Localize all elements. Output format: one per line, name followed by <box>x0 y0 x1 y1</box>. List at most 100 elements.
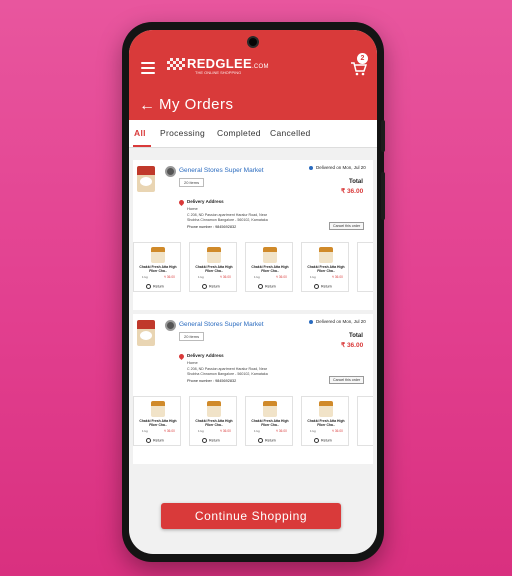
tab-processing[interactable]: Processing <box>160 128 205 138</box>
delivery-status: Delivered on Mon, Jul 20 <box>309 165 366 170</box>
product-quantity: 1 kg <box>254 275 260 279</box>
product-image <box>151 247 165 263</box>
product-image <box>263 401 277 417</box>
brand-tagline: THE ONLINE SHOPPING <box>195 70 242 75</box>
product-name: Chakki Fresh Atta High Fiber Cha.. <box>195 265 233 273</box>
location-pin-icon <box>177 198 186 207</box>
store-name-link[interactable]: General Stores Super Market <box>179 321 264 328</box>
tab-cancelled[interactable]: Cancelled <box>270 128 311 138</box>
product-price: ₹ 36.00 <box>220 429 231 433</box>
product-quantity: 1 kg <box>254 429 260 433</box>
product-quantity: 1 kg <box>310 429 316 433</box>
product-name: Chakki Fresh Atta High Fiber Cha.. <box>139 419 177 427</box>
return-radio[interactable]: Return <box>202 438 220 443</box>
address-type: Home <box>187 206 198 211</box>
total-label: Total <box>349 333 363 339</box>
product-price: ₹ 36.00 <box>332 429 343 433</box>
tab-completed[interactable]: Completed <box>217 128 261 138</box>
hamburger-menu-icon[interactable] <box>141 62 155 74</box>
return-radio[interactable]: Return <box>258 284 276 289</box>
product-card-partial[interactable] <box>357 242 373 292</box>
tab-all[interactable]: All <box>134 128 146 138</box>
continue-shopping-button[interactable]: Continue Shopping <box>161 503 341 529</box>
front-camera <box>247 36 259 48</box>
product-card[interactable]: Chakki Fresh Atta High Fiber Cha.. 1 kg … <box>301 242 349 292</box>
checkered-flag-icon <box>167 58 185 70</box>
product-card[interactable]: Chakki Fresh Atta High Fiber Cha.. 1 kg … <box>133 396 181 446</box>
product-price: ₹ 36.00 <box>332 275 343 279</box>
return-radio[interactable]: Return <box>202 284 220 289</box>
product-price: ₹ 36.00 <box>276 429 287 433</box>
cancel-order-button[interactable]: Cancel this order <box>329 376 365 384</box>
product-image <box>319 247 333 263</box>
product-quantity: 1 kg <box>198 429 204 433</box>
return-radio[interactable]: Return <box>146 438 164 443</box>
store-name-link[interactable]: General Stores Super Market <box>179 167 264 174</box>
product-image <box>263 247 277 263</box>
product-card[interactable]: Chakki Fresh Atta High Fiber Cha.. 1 kg … <box>301 396 349 446</box>
address-type: Home <box>187 360 198 365</box>
product-list[interactable]: Chakki Fresh Atta High Fiber Cha.. 1 kg … <box>133 242 373 292</box>
return-radio[interactable]: Return <box>314 284 332 289</box>
product-quantity: 1 kg <box>142 275 148 279</box>
product-quantity: 1 kg <box>142 429 148 433</box>
product-card[interactable]: Chakki Fresh Atta High Fiber Cha.. 1 kg … <box>133 242 181 292</box>
brand-name: REDGLEE.COM <box>187 56 269 71</box>
cart-icon[interactable]: 2 <box>351 53 368 76</box>
product-price: ₹ 36.00 <box>164 275 175 279</box>
product-list[interactable]: Chakki Fresh Atta High Fiber Cha.. 1 kg … <box>133 396 373 446</box>
order-card: General Stores Super Market 20 items Del… <box>133 160 373 310</box>
phone-number: Phone number : 9845692832 <box>187 225 237 229</box>
back-arrow-icon[interactable]: ← <box>139 98 155 114</box>
items-count-badge: 20 items <box>179 178 205 187</box>
order-product-thumbnail <box>137 166 155 192</box>
phone-frame: REDGLEE.COM THE ONLINE SHOPPING 2 ← My O… <box>122 22 385 562</box>
product-card[interactable]: Chakki Fresh Atta High Fiber Cha.. 1 kg … <box>189 396 237 446</box>
total-label: Total <box>349 179 363 185</box>
store-icon <box>165 320 176 331</box>
active-tab-indicator <box>133 145 151 147</box>
product-name: Chakki Fresh Atta High Fiber Cha.. <box>251 265 289 273</box>
product-price: ₹ 36.00 <box>220 275 231 279</box>
return-radio[interactable]: Return <box>146 284 164 289</box>
product-image <box>319 401 333 417</box>
location-pin-icon <box>177 352 186 361</box>
order-total: ₹ 36.00 <box>341 342 364 349</box>
product-quantity: 1 kg <box>310 275 316 279</box>
product-price: ₹ 36.00 <box>276 275 287 279</box>
screen: REDGLEE.COM THE ONLINE SHOPPING 2 ← My O… <box>129 30 377 554</box>
delivery-status: Delivered on Mon, Jul 20 <box>309 319 366 324</box>
product-name: Chakki Fresh Atta High Fiber Cha.. <box>251 419 289 427</box>
phone-number: Phone number : 9845692832 <box>187 379 237 383</box>
store-icon <box>165 166 176 177</box>
cancel-order-button[interactable]: Cancel this order <box>329 222 365 230</box>
delivery-address: C 208, ND Passion apartment Haralur Road… <box>187 367 268 376</box>
product-name: Chakki Fresh Atta High Fiber Cha.. <box>307 419 345 427</box>
items-count-badge: 20 items <box>179 332 205 341</box>
order-card: General Stores Super Market 20 items Del… <box>133 314 373 464</box>
volume-button <box>381 120 385 152</box>
product-card[interactable]: Chakki Fresh Atta High Fiber Cha.. 1 kg … <box>189 242 237 292</box>
product-name: Chakki Fresh Atta High Fiber Cha.. <box>195 419 233 427</box>
page-title: My Orders <box>159 96 234 113</box>
order-total: ₹ 36.00 <box>341 188 364 195</box>
cart-count-badge: 2 <box>357 53 368 64</box>
order-tabs: All Processing Completed Cancelled <box>129 120 377 148</box>
power-button <box>381 172 385 220</box>
product-card[interactable]: Chakki Fresh Atta High Fiber Cha.. 1 kg … <box>245 242 293 292</box>
product-price: ₹ 36.00 <box>164 429 175 433</box>
product-name: Chakki Fresh Atta High Fiber Cha.. <box>307 265 345 273</box>
product-name: Chakki Fresh Atta High Fiber Cha.. <box>139 265 177 273</box>
return-radio[interactable]: Return <box>258 438 276 443</box>
product-card[interactable]: Chakki Fresh Atta High Fiber Cha.. 1 kg … <box>245 396 293 446</box>
delivery-address-title: Delivery Address <box>187 353 224 358</box>
order-product-thumbnail <box>137 320 155 346</box>
delivery-address: C 208, ND Passion apartment Haralur Road… <box>187 213 268 222</box>
product-image <box>207 247 221 263</box>
product-quantity: 1 kg <box>198 275 204 279</box>
return-radio[interactable]: Return <box>314 438 332 443</box>
product-image <box>151 401 165 417</box>
delivery-address-title: Delivery Address <box>187 199 224 204</box>
product-image <box>207 401 221 417</box>
product-card-partial[interactable] <box>357 396 373 446</box>
